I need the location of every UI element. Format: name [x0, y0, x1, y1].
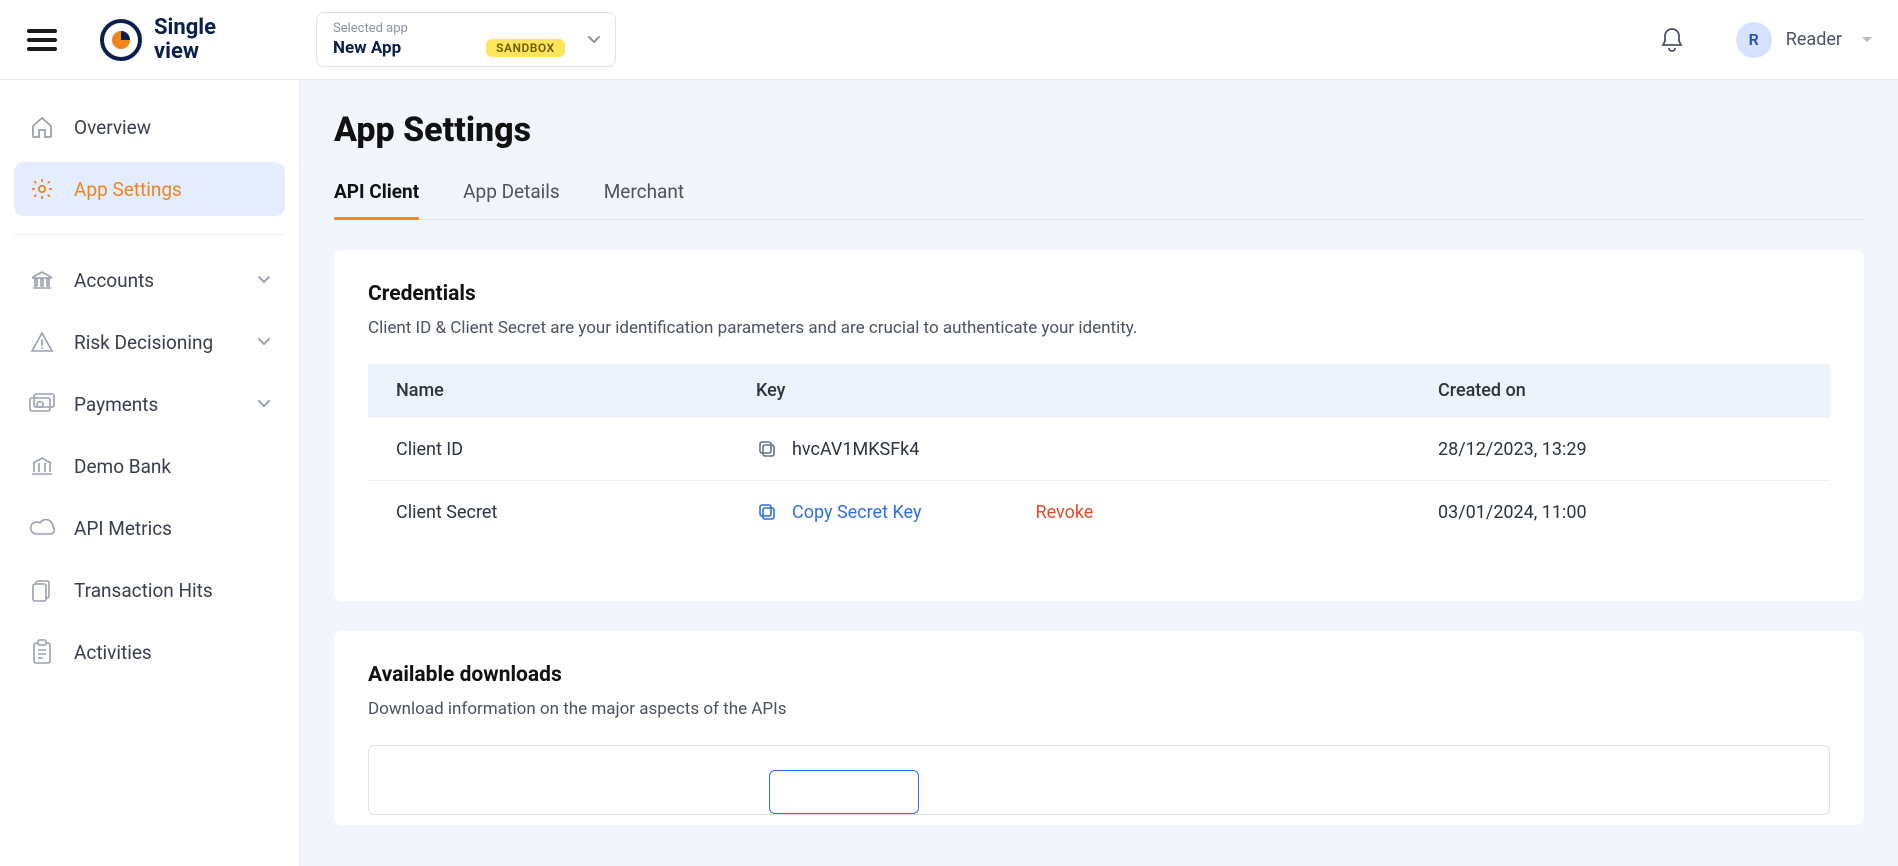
sidebar-item-activities[interactable]: Activities [14, 625, 285, 679]
hamburger-icon [27, 29, 57, 51]
app-selector-dropdown[interactable]: Selected app New App SANDBOX [316, 12, 616, 67]
app-selector-label: Selected app [333, 21, 565, 36]
home-icon [28, 113, 56, 141]
app-header: Single view Selected app New App SANDBOX… [0, 0, 1898, 80]
copy-icon[interactable] [756, 501, 778, 523]
sidebar-item-label: Overview [74, 116, 271, 139]
sidebar-item-demo-bank[interactable]: Demo Bank [14, 439, 285, 493]
credentials-heading: Credentials [368, 282, 1830, 306]
downloads-description: Download information on the major aspect… [368, 699, 1830, 719]
sidebar-item-label: Accounts [74, 269, 257, 292]
main-content: App Settings API Client App Details Merc… [300, 80, 1898, 866]
sidebar-item-label: Demo Bank [74, 455, 271, 478]
user-name-label: Reader [1786, 29, 1842, 50]
revoke-secret-link[interactable]: Revoke [1035, 502, 1093, 523]
tab-api-client[interactable]: API Client [334, 180, 419, 219]
col-key: Key [728, 364, 1410, 418]
chevron-down-icon [257, 273, 271, 287]
col-name: Name [368, 364, 728, 418]
page-title: App Settings [334, 110, 1864, 150]
sidebar-item-label: Risk Decisioning [74, 331, 257, 354]
logo-text-line2: view [154, 40, 216, 63]
doc-icon [28, 576, 56, 604]
sidebar-item-label: API Metrics [74, 517, 271, 540]
tab-merchant[interactable]: Merchant [604, 180, 684, 219]
logo-mark-icon [100, 19, 142, 61]
cloud-icon [28, 514, 56, 542]
tab-bar: API Client App Details Merchant [334, 180, 1864, 220]
downloads-card: Available downloads Download information… [334, 631, 1864, 825]
credentials-description: Client ID & Client Secret are your ident… [368, 318, 1830, 338]
env-badge: SANDBOX [486, 39, 565, 57]
sidebar-item-app-settings[interactable]: App Settings [14, 162, 285, 216]
warning-icon [28, 328, 56, 356]
credentials-card: Credentials Client ID & Client Secret ar… [334, 250, 1864, 601]
caret-down-icon [1860, 33, 1874, 47]
sidebar-item-api-metrics[interactable]: API Metrics [14, 501, 285, 555]
avatar: R [1736, 22, 1772, 58]
chevron-down-icon [587, 33, 601, 47]
client-id-value: hvcAV1MKSFk4 [792, 439, 919, 460]
cred-created: 28/12/2023, 13:29 [1410, 418, 1830, 481]
sidebar-item-payments[interactable]: Payments [14, 377, 285, 431]
gear-icon [28, 175, 56, 203]
sidebar-divider [14, 234, 285, 235]
sidebar-item-label: App Settings [74, 178, 271, 201]
menu-toggle-button[interactable] [24, 22, 60, 58]
logo-text: Single view [154, 16, 216, 62]
cred-name: Client Secret [368, 481, 728, 544]
notifications-button[interactable] [1652, 20, 1692, 60]
copy-icon[interactable] [756, 438, 778, 460]
sidebar-nav: Overview App Settings Accounts [0, 80, 300, 866]
selected-app-name: New App [333, 38, 401, 58]
downloads-heading: Available downloads [368, 663, 1830, 687]
bell-icon [1660, 27, 1684, 53]
download-button-outline[interactable] [769, 770, 919, 814]
col-created: Created on [1410, 364, 1830, 418]
sidebar-item-accounts[interactable]: Accounts [14, 253, 285, 307]
cred-name: Client ID [368, 418, 728, 481]
chevron-down-icon [257, 397, 271, 411]
product-logo[interactable]: Single view [100, 16, 216, 62]
sidebar-item-transaction-hits[interactable]: Transaction Hits [14, 563, 285, 617]
table-row: Client Secret Copy Secret Key Revoke 03/… [368, 481, 1830, 544]
sidebar-item-label: Payments [74, 393, 257, 416]
bank-icon [28, 266, 56, 294]
credentials-table: Name Key Created on Client ID [368, 364, 1830, 543]
logo-text-line1: Single [154, 16, 216, 39]
cash-icon [28, 390, 56, 418]
downloads-row [368, 745, 1830, 815]
cred-created: 03/01/2024, 11:00 [1410, 481, 1830, 544]
tab-app-details[interactable]: App Details [463, 180, 560, 219]
user-menu-button[interactable]: R Reader [1736, 22, 1874, 58]
sidebar-item-label: Activities [74, 641, 271, 664]
sidebar-item-label: Transaction Hits [74, 579, 271, 602]
sidebar-item-overview[interactable]: Overview [14, 100, 285, 154]
sidebar-item-risk-decisioning[interactable]: Risk Decisioning [14, 315, 285, 369]
chevron-down-icon [257, 335, 271, 349]
clipboard-icon [28, 638, 56, 666]
bank2-icon [28, 452, 56, 480]
copy-secret-key-link[interactable]: Copy Secret Key [792, 502, 921, 523]
table-row: Client ID hvcAV1MKSFk4 28/12/2023, 13:29 [368, 418, 1830, 481]
